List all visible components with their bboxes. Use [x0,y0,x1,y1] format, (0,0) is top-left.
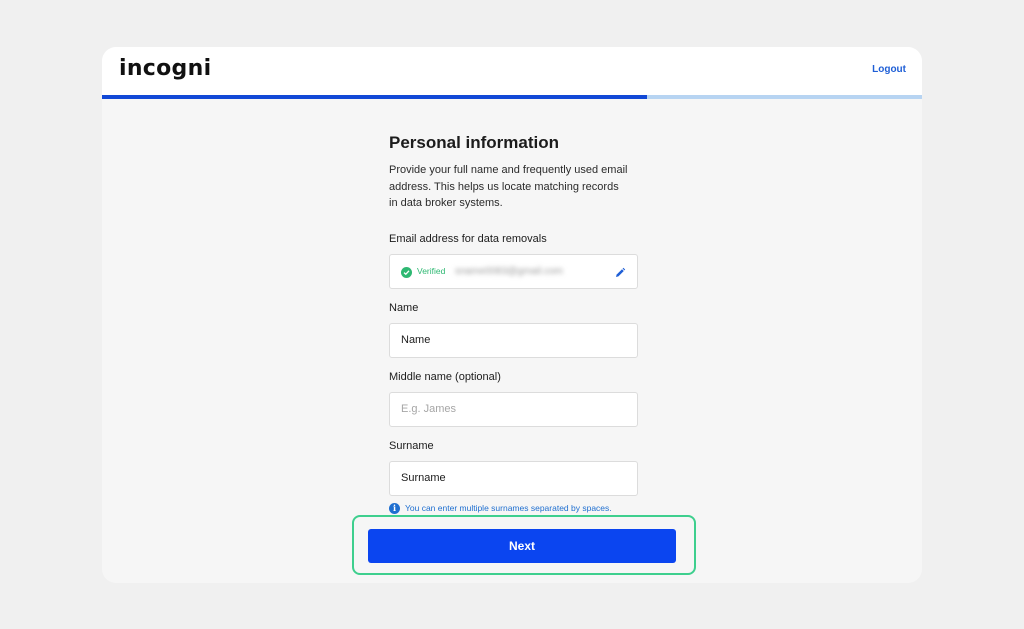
surname-label: Surname [389,439,434,452]
name-label: Name [389,301,419,314]
pencil-icon[interactable] [614,266,626,278]
main-card: incogni Logout Personal information Prov… [102,47,922,583]
email-value: sname0083@gmail.com [455,265,563,277]
middle-name-input[interactable] [389,391,638,427]
email-field: Verified sname0083@gmail.com [389,253,638,289]
info-icon: i [389,502,400,514]
logout-link[interactable]: Logout [872,64,906,75]
check-circle-icon [401,266,412,278]
page-description: Provide your full name and frequently us… [389,164,628,209]
progress-fill [102,95,648,99]
progress-bar [102,95,922,99]
email-label: Email address for data removals [389,232,547,245]
top-bar: incogni Logout [102,47,922,95]
next-button-highlight: Next [352,515,696,575]
verified-status: Verified [417,265,446,276]
surname-hint: i You can enter multiple surnames separa… [389,502,638,514]
surname-hint-text: You can enter multiple surnames separate… [405,503,612,513]
name-input[interactable] [389,322,638,358]
middle-name-label: Middle name (optional) [389,370,501,383]
surname-input[interactable] [389,460,638,496]
personal-info-form: Personal information Provide your full n… [389,133,638,514]
incogni-logo: incogni [119,56,212,81]
page-title: Personal information [389,133,560,152]
next-button[interactable]: Next [368,529,676,563]
